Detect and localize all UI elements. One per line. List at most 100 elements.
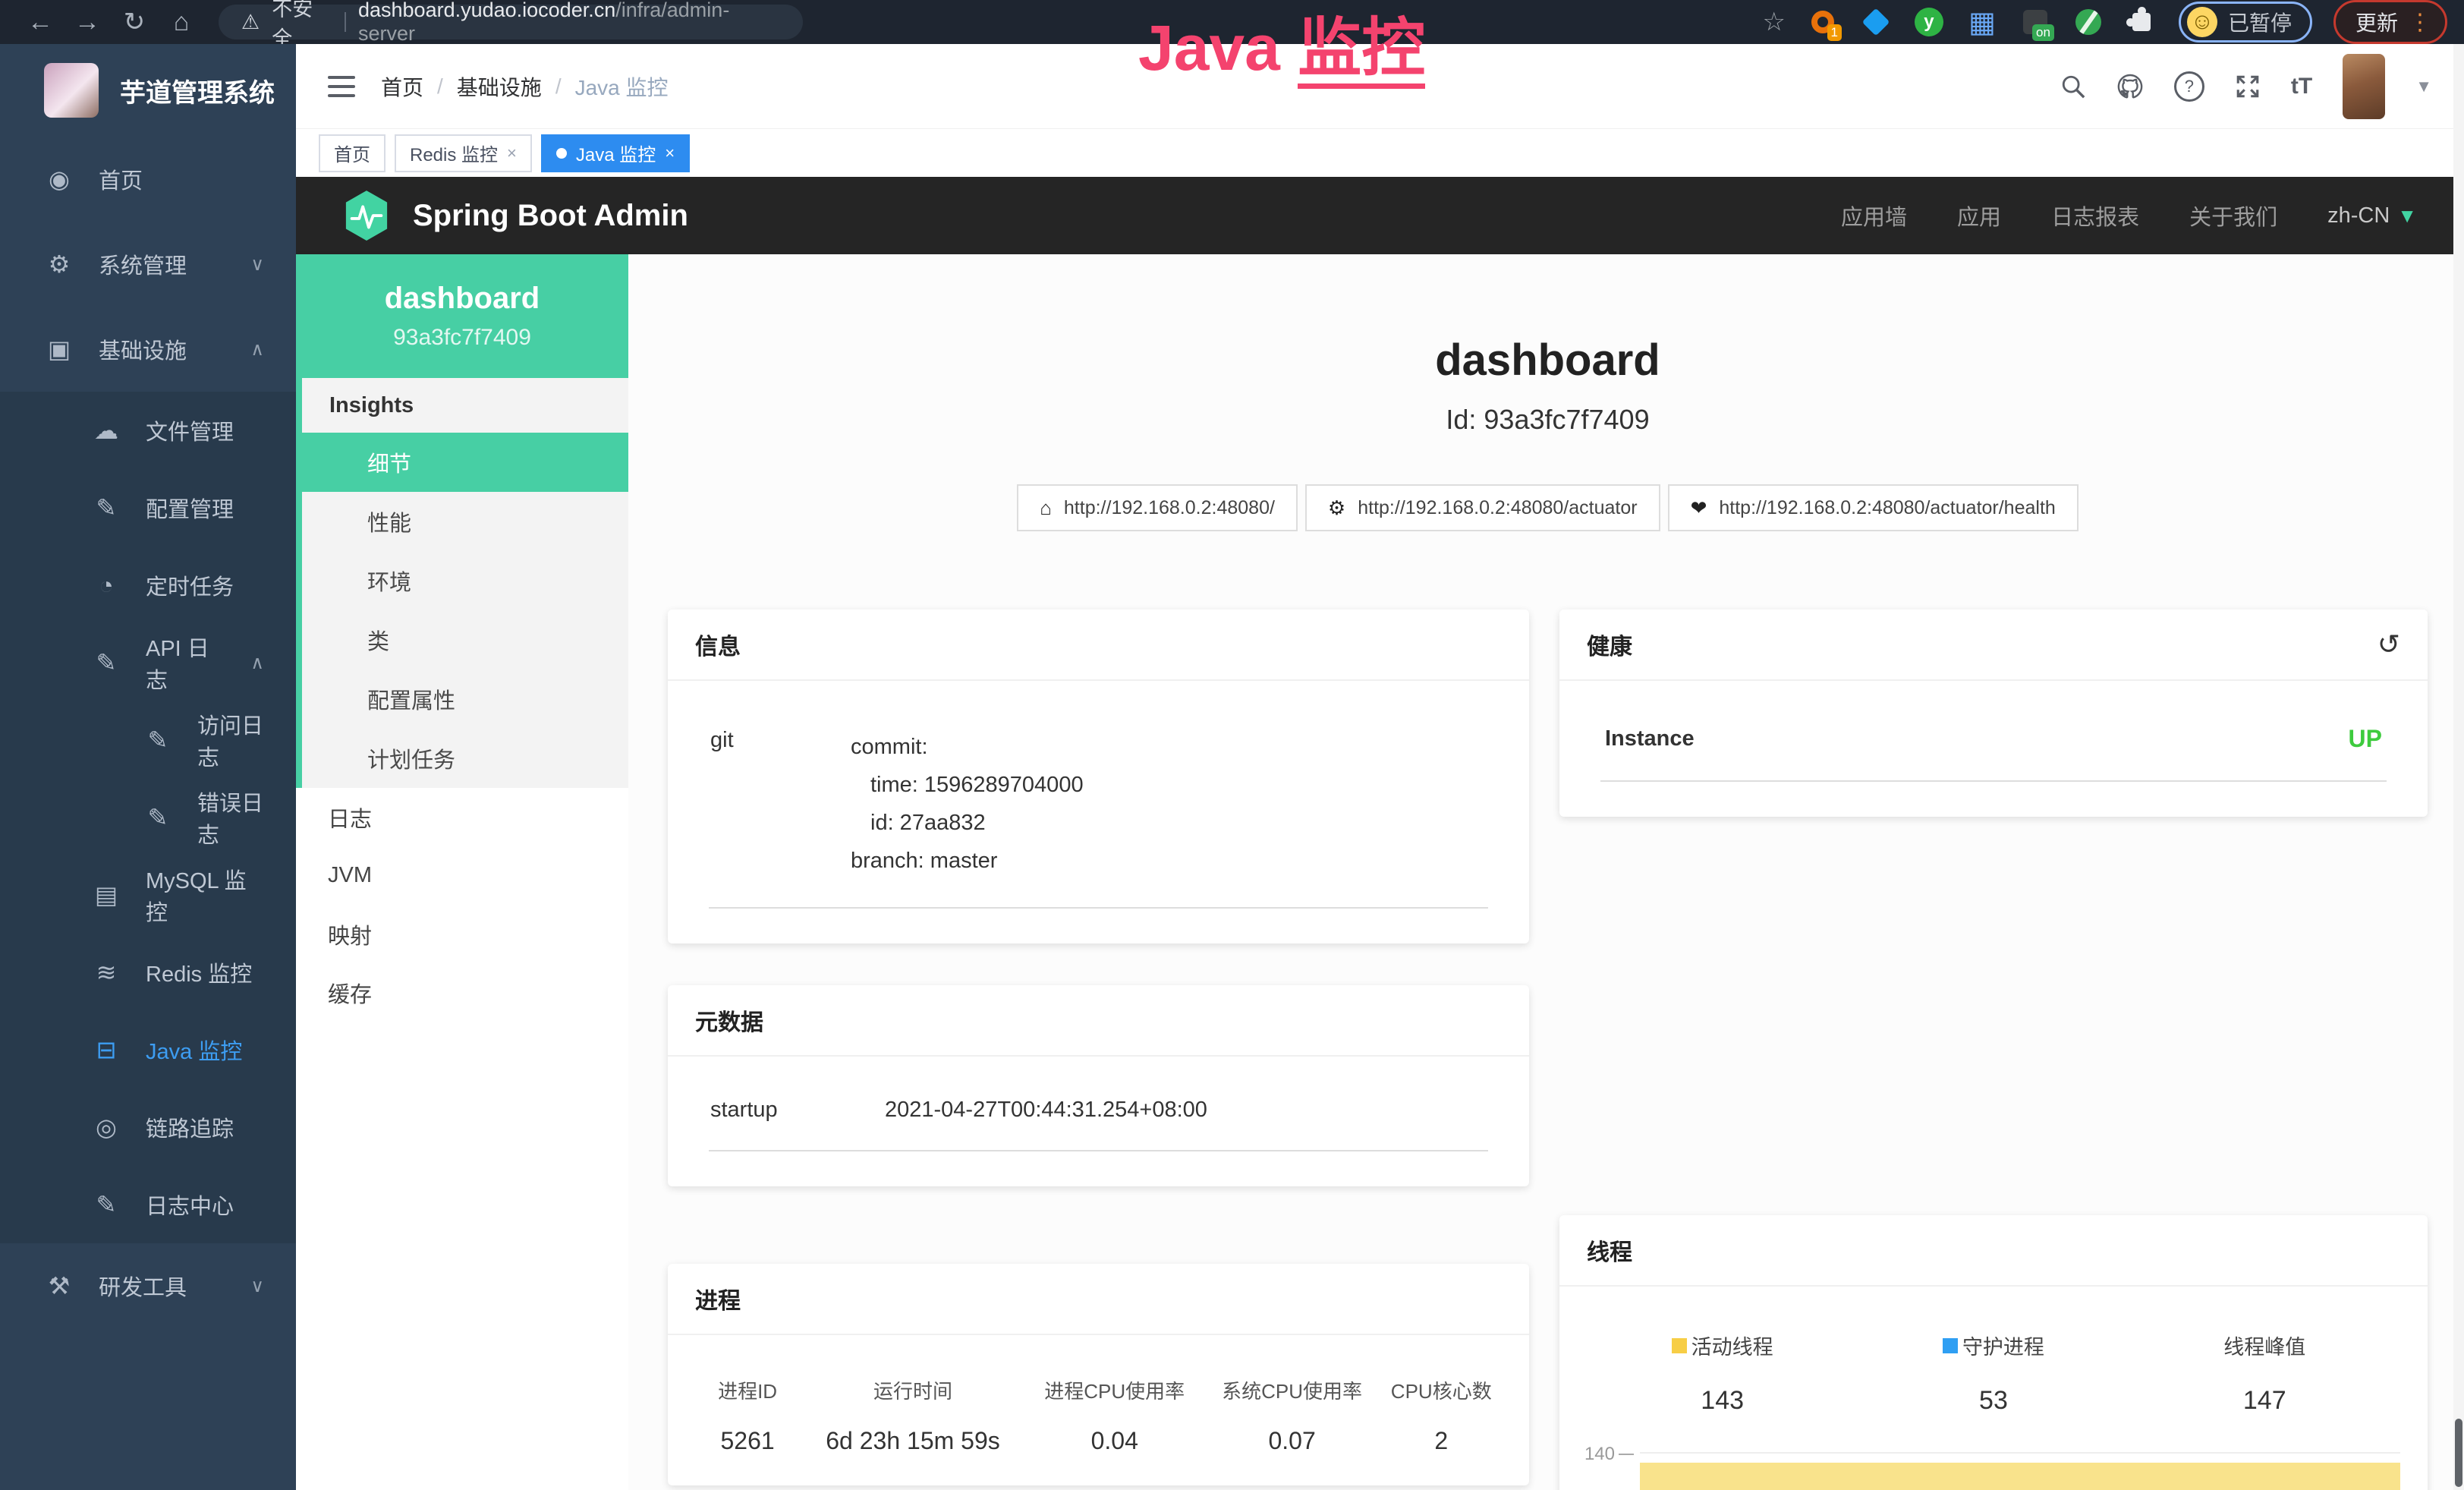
sidebar-item-file-mgmt[interactable]: ☁ 文件管理 — [0, 392, 296, 469]
live-threads-value: 143 — [1587, 1386, 1858, 1416]
close-icon[interactable]: × — [507, 143, 517, 163]
sidebar-item-log-center[interactable]: ✎ 日志中心 — [0, 1166, 296, 1243]
extension-grid-icon[interactable]: ▦ — [1966, 6, 1998, 38]
sba-item-metrics[interactable]: 性能 — [302, 492, 628, 551]
avatar-caret-down-icon[interactable]: ▼ — [2415, 77, 2432, 96]
health-card-header: 健康 ↺ — [1559, 610, 2428, 681]
health-card: 健康 ↺ Instance UP — [1559, 610, 2428, 817]
sba-item-scheduled-tasks[interactable]: 计划任务 — [302, 729, 628, 788]
edit-doc-icon: ✎ — [91, 648, 121, 677]
bookmark-star-icon[interactable]: ☆ — [1762, 7, 1785, 37]
sidebar-item-dev-tools[interactable]: ⚒ 研发工具 ∨ — [0, 1243, 296, 1328]
actuator-url-button[interactable]: ⚙ http://192.168.0.2:48080/actuator — [1305, 484, 1660, 531]
system-cpu-usage: 0.07 — [1204, 1427, 1381, 1455]
browser-home-icon[interactable]: ⌂ — [158, 0, 205, 44]
sidebar-item-infrastructure[interactable]: ▣ 基础设施 ∧ — [0, 307, 296, 392]
sba-nav-applications[interactable]: 应用 — [1957, 200, 2001, 232]
sba-nav-wallboard[interactable]: 应用墙 — [1841, 200, 1907, 232]
sidebar-collapse-icon[interactable] — [328, 76, 355, 97]
close-icon[interactable]: × — [665, 143, 675, 163]
browser-update-button[interactable]: 更新 ⋮ — [2333, 0, 2447, 44]
clock-icon: ◔ — [91, 572, 121, 600]
sba-locale-select[interactable]: zh-CN ▼ — [2327, 203, 2417, 228]
url-host: dashboard.yudao.iocoder.cn — [358, 0, 615, 21]
tags-view: 首页 Redis 监控 × Java 监控 × — [296, 129, 2464, 177]
live-threads-area-series — [1640, 1463, 2400, 1490]
page-subtitle: Id: 93a3fc7f7409 — [668, 404, 2428, 436]
browser-reload-icon[interactable]: ↻ — [111, 0, 158, 44]
app-navbar: 首页 / 基础设施 / Java 监控 ? tT ▼ — [296, 44, 2464, 129]
browser-menu-kebab-icon[interactable]: ⋮ — [2409, 9, 2431, 36]
extension-orange-icon[interactable]: 1 — [1807, 6, 1839, 38]
live-threads-legend-swatch — [1672, 1338, 1687, 1353]
home-icon: ⌂ — [1040, 496, 1052, 520]
instance-links: ⌂ http://192.168.0.2:48080/ ⚙ http://192… — [668, 484, 2428, 531]
extension-dark-on-icon[interactable]: on — [2019, 6, 2051, 38]
sidebar-item-system-mgmt[interactable]: ⚙ 系统管理 ∨ — [0, 222, 296, 307]
health-instance-label: Instance — [1587, 726, 1695, 751]
font-size-icon[interactable]: tT — [2291, 74, 2312, 99]
help-icon[interactable]: ? — [2174, 71, 2204, 102]
sidebar-item-redis-monitor[interactable]: ≋ Redis 监控 — [0, 934, 296, 1011]
page-scrollbar-track[interactable] — [2453, 44, 2464, 1490]
divider — [1600, 780, 2387, 782]
sidebar-item-java-monitor[interactable]: ⊟ Java 监控 — [0, 1011, 296, 1088]
breadcrumb: 首页 / 基础设施 / Java 监控 — [381, 71, 669, 102]
sidebar-item-tracing[interactable]: ◎ 链路追踪 — [0, 1088, 296, 1166]
toolbox-icon: ⚒ — [44, 1271, 74, 1300]
peak-threads-value: 147 — [2129, 1386, 2400, 1416]
breadcrumb-current: Java 监控 — [575, 71, 669, 102]
info-card-header: 信息 — [668, 610, 1529, 681]
breadcrumb-infrastructure[interactable]: 基础设施 — [457, 71, 542, 102]
sba-item-logs[interactable]: 日志 — [296, 788, 628, 846]
sba-item-config-props[interactable]: 配置属性 — [302, 669, 628, 729]
sba-nav-journal[interactable]: 日志报表 — [2051, 200, 2139, 232]
sba-item-jvm[interactable]: JVM — [296, 846, 628, 905]
address-bar[interactable]: ⚠ 不安全 dashboard.yudao.iocoder.cn/infra/a… — [219, 5, 803, 39]
sba-item-environment[interactable]: 环境 — [302, 551, 628, 610]
process-uptime: 6d 23h 15m 59s — [800, 1427, 1026, 1455]
sidebar-item-config-mgmt[interactable]: ✎ 配置管理 — [0, 469, 296, 547]
browser-profile-chip[interactable]: ☺ 已暂停 — [2179, 2, 2312, 43]
git-commit-info: commit: time: 1596289704000 id: 27aa832 … — [851, 728, 1084, 880]
fullscreen-icon[interactable] — [2235, 74, 2261, 99]
tag-redis-monitor[interactable]: Redis 监控 × — [395, 134, 532, 172]
tag-java-monitor[interactable]: Java 监控 × — [541, 134, 690, 172]
search-icon[interactable] — [2060, 74, 2086, 99]
sidebar-item-home[interactable]: ◉ 首页 — [0, 137, 296, 222]
breadcrumb-home[interactable]: 首页 — [381, 71, 423, 102]
sba-nav: 应用墙 应用 日志报表 关于我们 zh-CN ▼ — [1841, 200, 2417, 232]
sba-brand: Spring Boot Admin — [413, 199, 688, 233]
extensions-puzzle-icon[interactable] — [2126, 6, 2157, 38]
sidebar-item-scheduled-jobs[interactable]: ◔ 定时任务 — [0, 547, 296, 624]
sba-item-classes[interactable]: 类 — [302, 610, 628, 669]
extension-badge: 1 — [1827, 24, 1842, 41]
edit-icon: ✎ — [91, 493, 121, 522]
sba-item-details[interactable]: 细节 — [296, 433, 628, 492]
browser-forward-icon[interactable]: → — [64, 0, 111, 44]
sidebar-item-mysql-monitor[interactable]: ▤ MySQL 监控 — [0, 856, 296, 934]
history-icon[interactable]: ↺ — [2377, 628, 2400, 660]
sidebar-item-api-log[interactable]: ✎ API 日志 ∧ — [0, 624, 296, 701]
user-avatar[interactable] — [2343, 54, 2385, 119]
extension-green-y-icon[interactable]: y — [1913, 6, 1945, 38]
sba-item-mappings[interactable]: 映射 — [296, 905, 628, 963]
eye-icon: ◎ — [91, 1113, 121, 1142]
sba-nav-about[interactable]: 关于我们 — [2189, 200, 2277, 232]
daemon-threads-value: 53 — [1858, 1386, 2129, 1416]
chevron-down-icon: ▼ — [2397, 204, 2417, 228]
service-url-button[interactable]: ⌂ http://192.168.0.2:48080/ — [1017, 484, 1298, 531]
sba-content: dashboard Id: 93a3fc7f7409 ⌂ http://192.… — [628, 254, 2464, 1490]
threads-chart-y-axis: 140 120 100 — [1587, 1452, 1640, 1490]
sba-instance-header[interactable]: dashboard 93a3fc7f7409 — [296, 254, 628, 378]
extension-leaf-icon[interactable] — [2072, 6, 2104, 38]
sba-item-caches[interactable]: 缓存 — [296, 963, 628, 1022]
page-scrollbar-thumb[interactable] — [2455, 1419, 2462, 1487]
browser-back-icon[interactable]: ← — [17, 0, 64, 44]
github-icon[interactable] — [2116, 73, 2144, 100]
extension-pin-icon[interactable] — [1860, 6, 1892, 38]
tag-home[interactable]: 首页 — [319, 134, 385, 172]
health-url-button[interactable]: ❤ http://192.168.0.2:48080/actuator/heal… — [1668, 484, 2079, 531]
sidebar-item-error-log[interactable]: ✎ 错误日志 — [0, 779, 296, 856]
sidebar-item-access-log[interactable]: ✎ 访问日志 — [0, 701, 296, 779]
